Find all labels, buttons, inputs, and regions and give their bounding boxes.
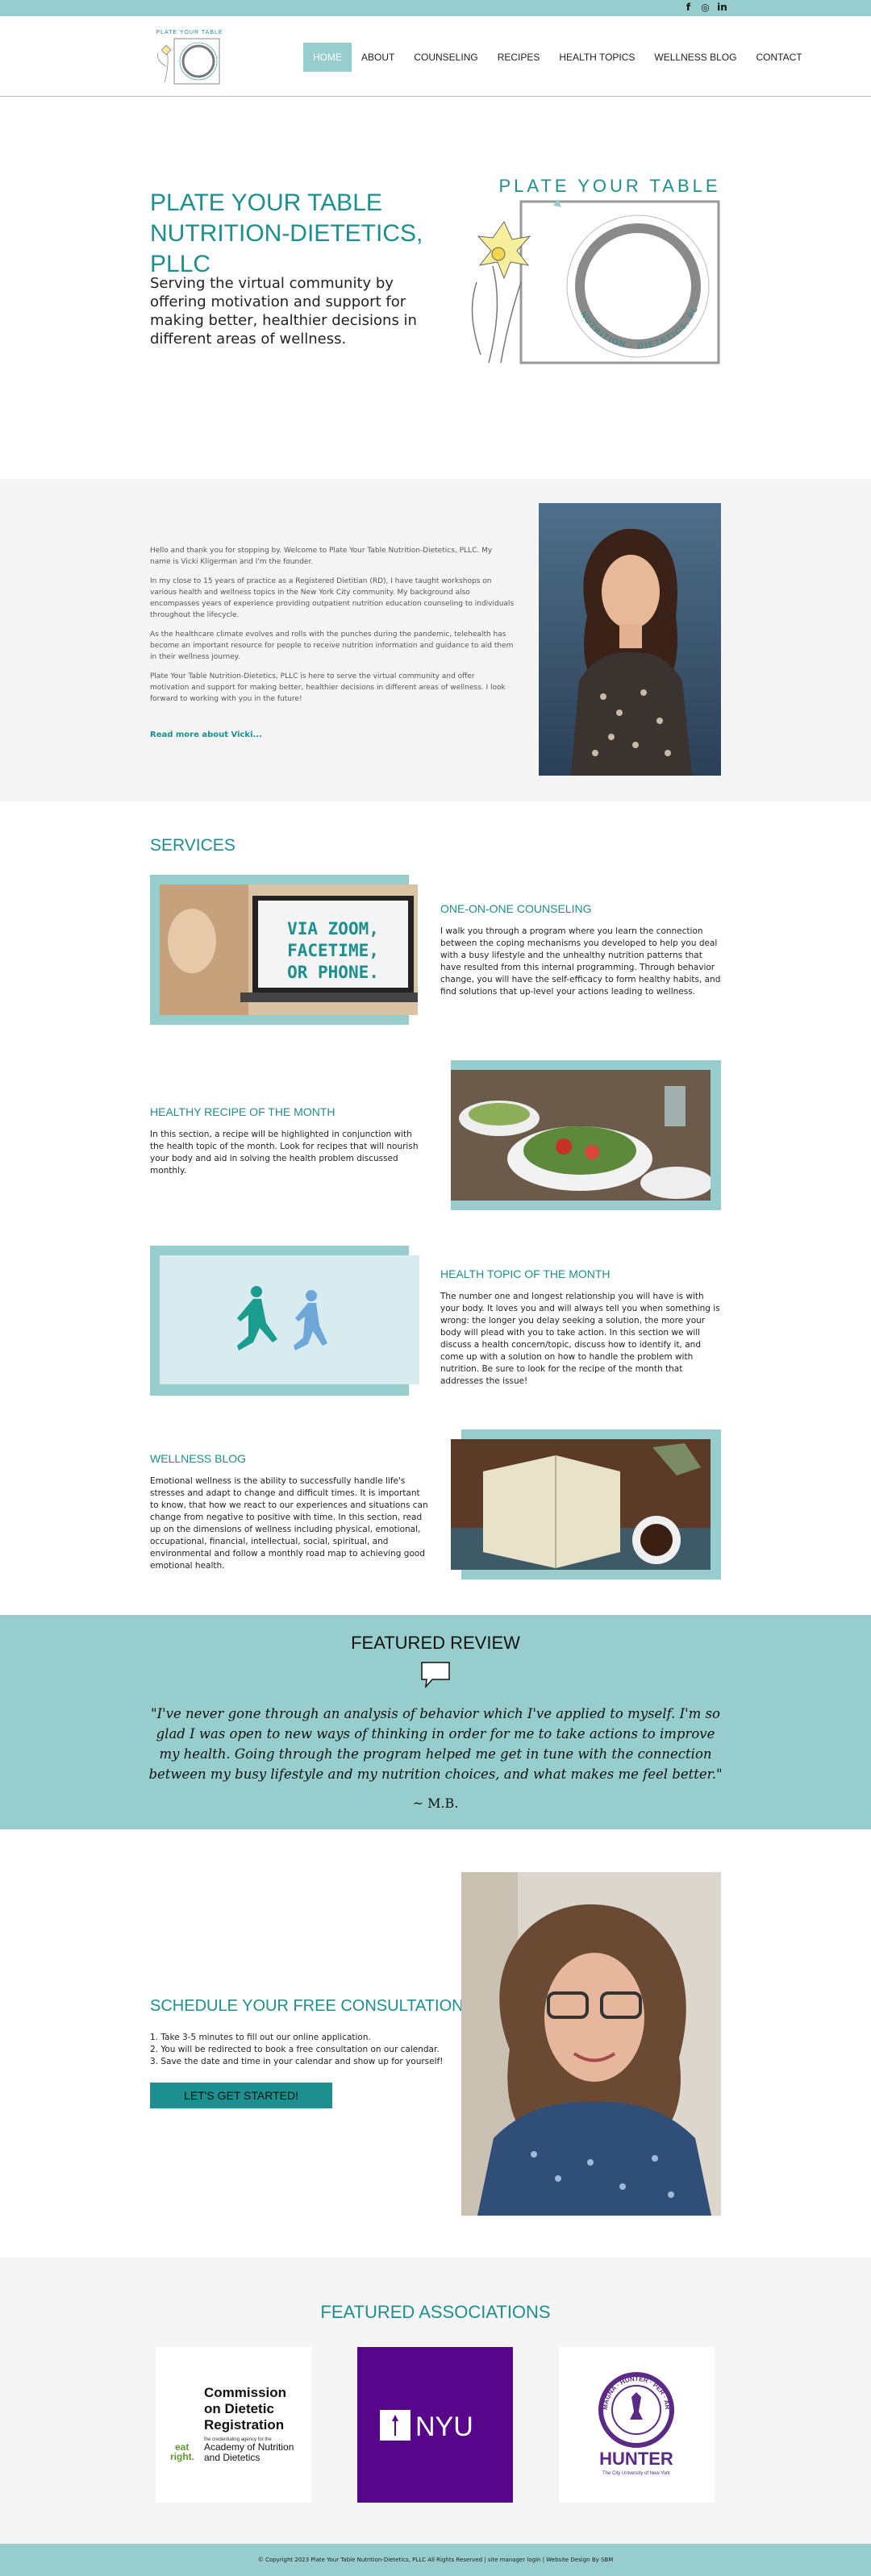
recipe-body: In this section, a recipe will be highli…: [150, 1130, 419, 1176]
topic-body: The number one and longest relationship …: [440, 1292, 720, 1386]
hunter-card[interactable]: MAGNA · HUNTER · PER · ARDUA · MDCCCLXX …: [556, 2341, 715, 2503]
cdr-card[interactable]: Commission on Dietetic Registration the …: [156, 2347, 311, 2503]
topic-image: [160, 1255, 419, 1384]
svg-text:right.: right.: [170, 2451, 194, 2462]
hero-title: PLATE YOUR TABLE NUTRITION-DIETETICS, PL…: [150, 188, 473, 280]
nav-wellness-blog[interactable]: WELLNESS BLOG: [644, 43, 746, 72]
read-more-link[interactable]: Read more about Vicki...: [150, 730, 262, 739]
main-nav: HOME ABOUT COUNSELING RECIPES HEALTH TOP…: [303, 43, 812, 72]
svg-text:NYU: NYU: [415, 2412, 473, 2442]
about-paragraph: In my close to 15 years of practice as a…: [150, 577, 515, 619]
facebook-icon[interactable]: f: [683, 2, 694, 13]
cta-step: 2. You will be redirected to book a free…: [150, 2045, 440, 2054]
cta-steps: 1. Take 3-5 minutes to fill out our onli…: [150, 2032, 473, 2068]
top-bar: [0, 0, 871, 16]
svg-text:FACETIME,: FACETIME,: [287, 941, 379, 960]
associations-title: FEATURED ASSOCIATIONS: [320, 2302, 551, 2322]
nav-contact[interactable]: CONTACT: [746, 43, 811, 72]
nav-home[interactable]: HOME: [303, 43, 352, 72]
nav-counseling[interactable]: COUNSELING: [404, 43, 487, 72]
hero-subtitle: Serving the virtual community by offerin…: [150, 275, 417, 347]
svg-text:Registration: Registration: [204, 2417, 284, 2432]
linkedin-icon[interactable]: in: [717, 2, 727, 13]
counseling-image: VIA ZOOM, FACETIME, OR PHONE.: [160, 884, 418, 1015]
site-footer: © Copyright 2023 Plate Your Table Nutrit…: [0, 2544, 871, 2576]
blog-body: Emotional wellness is the ability to suc…: [150, 1476, 428, 1571]
nyu-card[interactable]: NYU: [357, 2347, 513, 2503]
recipe-image: [451, 1070, 711, 1201]
hero-title-line1: PLATE YOUR TABLE: [150, 189, 382, 216]
nyu-logo: NYU: [380, 2410, 473, 2442]
review-quote: "I've never gone through an analysis of …: [148, 1706, 723, 1782]
blog-image: [451, 1439, 711, 1570]
counseling-body: I walk you through a program where you l…: [440, 926, 721, 997]
get-started-button[interactable]: LET'S GET STARTED!: [150, 2083, 332, 2108]
about-paragraph: Plate Your Table Nutrition-Dietetics, PL…: [150, 672, 506, 703]
hero-logo: PLATE YOUR TABLE NUTRITION - DIETETICS, …: [456, 169, 720, 364]
nav-about[interactable]: ABOUT: [352, 43, 404, 72]
svg-text:PLATE YOUR TABLE: PLATE YOUR TABLE: [156, 30, 223, 35]
blog-heading: WELLNESS BLOG: [150, 1452, 247, 1465]
cta-step: 1. Take 3-5 minutes to fill out our onli…: [150, 2033, 371, 2042]
speech-bubble-icon: [421, 1662, 450, 1689]
svg-text:The City University of New Yor: The City University of New York: [602, 2471, 671, 2476]
social-links: f ◎ in: [683, 2, 727, 13]
review-title: FEATURED REVIEW: [351, 1633, 520, 1653]
svg-text:VIA ZOOM,: VIA ZOOM,: [287, 919, 379, 938]
about-paragraph: As the healthcare climate evolves and ro…: [150, 630, 514, 661]
nav-recipes[interactable]: RECIPES: [488, 43, 550, 72]
services-title: SERVICES: [150, 836, 235, 855]
topic-heading: HEALTH TOPIC OF THE MONTH: [440, 1267, 611, 1280]
svg-text:OR PHONE.: OR PHONE.: [287, 963, 379, 982]
about-text: Hello and thank you for stopping by. Wel…: [150, 545, 515, 713]
instagram-icon[interactable]: ◎: [700, 2, 711, 13]
svg-text:PLATE YOUR TABLE: PLATE YOUR TABLE: [498, 176, 720, 196]
svg-text:Commission: Commission: [204, 2385, 286, 2400]
counseling-heading: ONE-ON-ONE COUNSELING: [440, 902, 592, 915]
hunter-logo: MAGNA · HUNTER · PER · ARDUA · MDCCCLXX …: [556, 2341, 674, 2476]
hero-title-line2: NUTRITION-DIETETICS, PLLC: [150, 220, 423, 277]
review-author: ~ M.B.: [412, 1796, 459, 1811]
client-portrait: [461, 1872, 721, 2216]
svg-text:HUNTER: HUNTER: [599, 2449, 673, 2469]
svg-text:Academy of Nutrition: Academy of Nutrition: [204, 2441, 294, 2453]
svg-text:on Dietetic: on Dietetic: [204, 2401, 274, 2416]
cdr-logo: Commission on Dietetic Registration the …: [170, 2385, 294, 2463]
svg-text:and Dietetics: and Dietetics: [204, 2452, 260, 2463]
founder-portrait: [539, 503, 721, 776]
about-paragraph: Hello and thank you for stopping by. Wel…: [150, 547, 493, 566]
site-logo[interactable]: PLATE YOUR TABLE: [150, 26, 229, 87]
recipe-heading: HEALTHY RECIPE OF THE MONTH: [150, 1105, 335, 1118]
nav-health-topics[interactable]: HEALTH TOPICS: [549, 43, 644, 72]
cta-step: 3. Save the date and time in your calend…: [150, 2057, 444, 2066]
